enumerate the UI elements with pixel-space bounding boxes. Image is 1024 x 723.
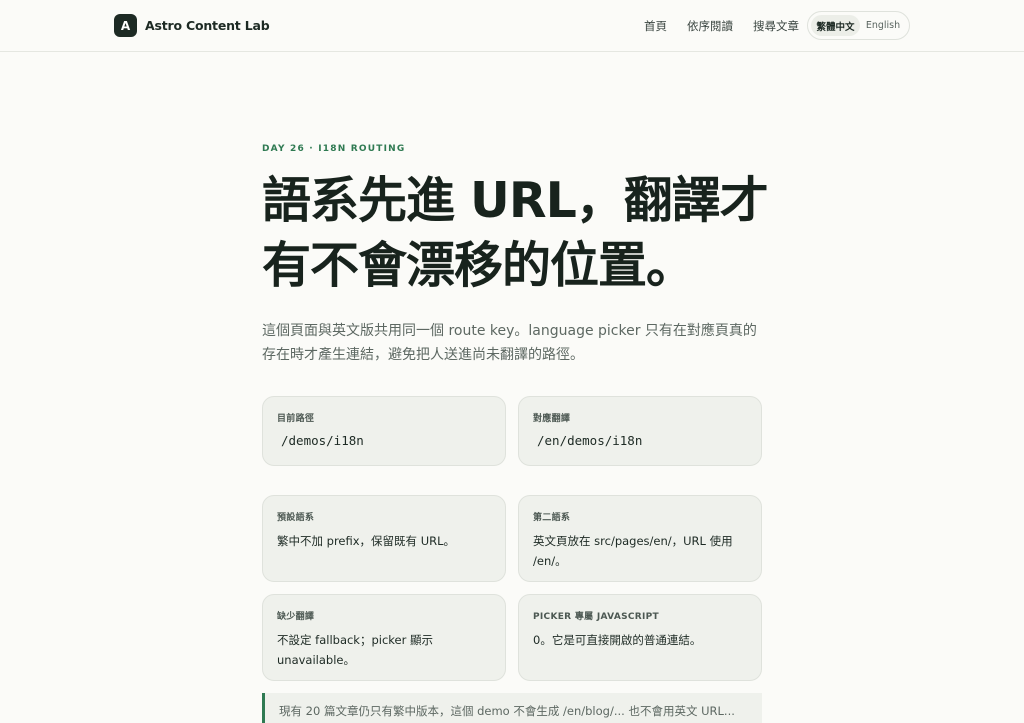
card-text: 繁中不加 prefix，保留既有 URL。	[277, 534, 456, 548]
page-title-line1: 語系先進 URL，翻譯才	[262, 172, 769, 229]
second-language-card: 第二語系 英文頁放在 src/pages/en/，URL 使用 /en/。	[518, 495, 762, 582]
page-title-line2: 有不會漂移的位置。	[262, 237, 695, 294]
nav-item-sequential-reading[interactable]: 依序閱讀	[687, 18, 733, 34]
default-language-card: 預設語系 繁中不加 prefix，保留既有 URL。	[262, 495, 506, 582]
card-label: 第二語系	[533, 513, 571, 523]
translation-path-card: 對應翻譯 /en/demos/i18n	[518, 396, 762, 466]
picker-javascript-card: PICKER 專屬 JAVASCRIPT 0。它是可直接開啟的普通連結。	[518, 594, 762, 681]
card-text: 英文頁放在 src/pages/en/，URL 使用 /en/。	[533, 534, 733, 568]
card-text: 0。它是可直接開啟的普通連結。	[533, 633, 702, 647]
card-label: 預設語系	[277, 513, 315, 523]
page-title: 語系先進 URL，翻譯才 有不會漂移的位置。	[262, 168, 772, 298]
card-text: 不設定 fallback；picker 顯示 unavailable。	[277, 633, 433, 667]
nav-item-search[interactable]: 搜尋文章	[753, 18, 799, 34]
current-path-value: /demos/i18n	[281, 433, 364, 448]
site-header: A Astro Content Lab 首頁 依序閱讀 搜尋文章 繁體中文 En…	[0, 0, 1024, 52]
missing-translation-card: 缺少翻譯 不設定 fallback；picker 顯示 unavailable。	[262, 594, 506, 681]
brand-link[interactable]: A Astro Content Lab	[114, 14, 270, 37]
note-callout: 現有 20 篇文章仍只有繁中版本，這個 demo 不會生成 /en/blog/.…	[262, 693, 762, 723]
lang-option-zh-hant[interactable]: 繁體中文	[811, 15, 860, 36]
brand-logo-icon: A	[114, 14, 137, 37]
card-label: PICKER 專屬 JAVASCRIPT	[533, 612, 659, 622]
lang-option-english[interactable]: English	[860, 15, 906, 36]
brand-name: Astro Content Lab	[145, 18, 270, 33]
main-nav: 首頁 依序閱讀 搜尋文章	[644, 18, 799, 34]
translation-path-value: /en/demos/i18n	[537, 433, 643, 448]
eyebrow-label: DAY 26 · I18N ROUTING	[262, 144, 406, 154]
lede-paragraph: 這個頁面與英文版共用同一個 route key。language picker …	[262, 323, 757, 363]
current-path-card: 目前路徑 /demos/i18n	[262, 396, 506, 466]
nav-item-home[interactable]: 首頁	[644, 18, 667, 34]
language-picker: 繁體中文 English	[807, 11, 910, 40]
card-label: 缺少翻譯	[277, 612, 315, 622]
card-label: 對應翻譯	[533, 414, 571, 424]
card-label: 目前路徑	[277, 414, 315, 424]
